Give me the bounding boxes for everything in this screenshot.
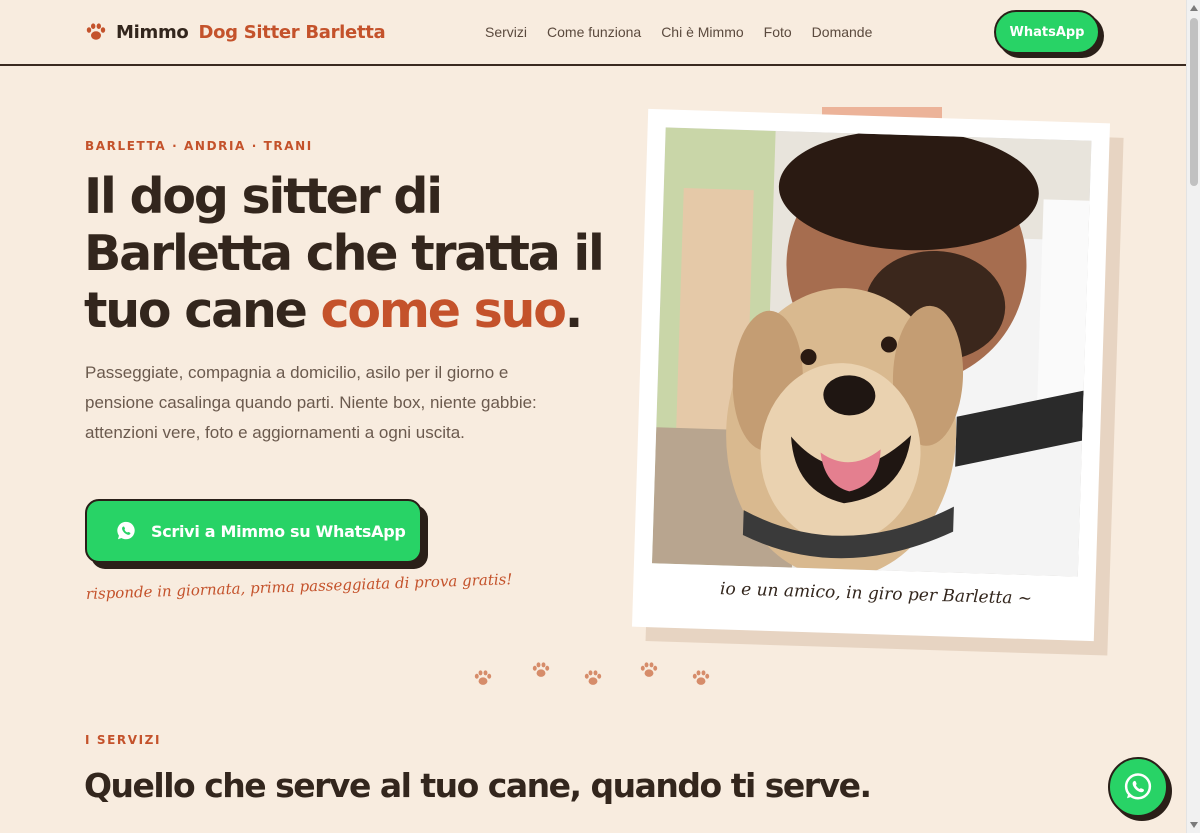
nav-link-chi-e-mimmo[interactable]: Chi è Mimmo <box>661 24 743 40</box>
paw-icon <box>640 662 658 677</box>
hero-kicker: BARLETTA · ANDRIA · TRANI <box>85 139 313 153</box>
whatsapp-icon <box>1124 773 1152 800</box>
nav-link-foto[interactable]: Foto <box>764 24 792 40</box>
main-nav: Servizi Come funziona Chi è Mimmo Foto D… <box>485 24 872 40</box>
nav-link-come-funziona[interactable]: Come funziona <box>547 24 641 40</box>
hero-title-period: . <box>564 282 584 339</box>
photo-illustration <box>651 127 1092 577</box>
whatsapp-icon <box>117 521 135 540</box>
scroll-down-arrow[interactable] <box>1190 822 1198 828</box>
paw-icon <box>474 670 492 685</box>
paw-icon <box>86 23 106 40</box>
hero-photo <box>651 127 1092 577</box>
scroll-up-arrow[interactable] <box>1190 5 1198 11</box>
hero-note: risponde in giornata, prima passeggiata … <box>85 570 513 603</box>
whatsapp-cta-button[interactable]: Scrivi a Mimmo su WhatsApp <box>85 499 422 563</box>
whatsapp-floating-button[interactable] <box>1108 757 1168 817</box>
hero-title-accent: come suo <box>320 282 567 339</box>
nav-link-servizi[interactable]: Servizi <box>485 24 527 40</box>
paw-icon <box>532 662 550 677</box>
page-scrollbar[interactable] <box>1186 0 1200 833</box>
services-kicker: I SERVIZI <box>85 733 162 747</box>
polaroid-frame <box>631 108 1111 642</box>
scroll-thumb[interactable] <box>1190 18 1198 186</box>
hero-title: Il dog sitter di Barletta che tratta il … <box>84 168 605 339</box>
services-title: Quello che serve al tuo cane, quando ti … <box>84 766 872 805</box>
paw-icon <box>584 670 602 685</box>
brand-name: Mimmo <box>116 21 189 43</box>
brand-subtitle: Dog Sitter Barletta <box>198 21 386 43</box>
brand-logo[interactable]: Mimmo Dog Sitter Barletta <box>86 20 386 44</box>
hero-description: Passeggiate, compagnia a domicilio, asil… <box>85 363 537 442</box>
whatsapp-cta-label: Scrivi a Mimmo su WhatsApp <box>151 521 406 541</box>
paw-icon <box>692 670 710 685</box>
nav-link-domande[interactable]: Domande <box>812 24 873 40</box>
paw-divider <box>474 662 714 692</box>
whatsapp-header-button[interactable]: WhatsApp <box>994 10 1100 54</box>
site-header: Mimmo Dog Sitter Barletta Servizi Come f… <box>0 0 1186 66</box>
